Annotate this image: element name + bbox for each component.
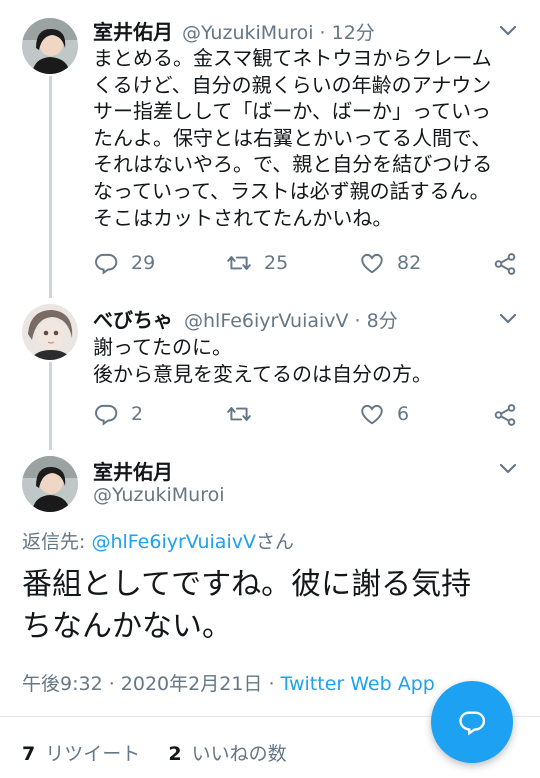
chevron-down-icon[interactable] [496,306,520,330]
likes-stat[interactable]: 2 いいねの数 [168,743,286,765]
retweet-total: 7 [22,743,36,765]
display-name[interactable]: べびちゃ [93,304,173,333]
retweet-icon [227,256,251,270]
avatar[interactable] [22,304,78,360]
avatar[interactable] [22,456,78,512]
retweet-icon [227,407,251,421]
main-tweet-text: 番組としてですね。彼に謝る気持 ちなんかない。 [22,567,472,644]
reply-suffix: さん [255,531,294,553]
timestamp-row: 午後9:32 · 2020年2月21日 · Twitter Web App [22,669,435,696]
source-link[interactable]: Twitter Web App [281,673,435,695]
reply-icon [95,253,118,275]
reply-context: 返信先: @hlFe6iyrVuiaivVさん [22,527,294,554]
like-count: 6 [397,403,410,425]
handle-time: @hlFe6iyrVuiaivV · 8分 [184,310,398,332]
like-label: いいねの数 [191,743,287,765]
display-name[interactable]: 室井佑月 [93,16,173,45]
thread-line [49,76,52,298]
engagement-row: 7 リツイート 2 いいねの数 [22,739,287,766]
chevron-down-icon[interactable] [496,18,520,42]
like-button[interactable]: 82 [359,250,421,276]
like-button[interactable]: 6 [359,401,409,427]
like-count: 82 [397,252,422,274]
like-total: 2 [168,743,182,765]
like-icon [361,253,383,274]
compose-reply-icon [459,711,486,736]
reply-to-link[interactable]: @hlFe6iyrVuiaivV [91,531,256,553]
tweet-text: まとめる。金スマ観てネトウヨからクレーム くるけど、自分の親くらいの年齢のアナウ… [93,46,493,230]
reply-button[interactable]: 29 [93,250,155,276]
share-icon[interactable] [492,251,518,277]
reply-count: 29 [131,252,156,274]
reply-fab-button[interactable] [431,681,513,763]
tweet-text: 謝ってたのに。 後から意見を変えてるのは自分の方。 [93,335,432,386]
reply-button[interactable]: 2 [93,401,143,427]
retweets-stat[interactable]: 7 リツイート [22,743,146,765]
share-icon[interactable] [492,402,518,428]
reply-count: 2 [131,403,144,425]
retweet-label: リツイート [45,743,141,765]
timestamp: 午後9:32 · 2020年2月21日 · [22,673,281,695]
handle-time: @YuzukiMuroi · 12分 [182,22,375,44]
avatar[interactable] [22,18,78,74]
thread-line [49,362,52,450]
chevron-down-icon[interactable] [496,456,520,480]
retweet-count: 25 [264,252,289,274]
retweet-button[interactable]: 25 [226,250,288,276]
retweet-button[interactable] [226,401,264,427]
like-icon [361,404,383,425]
display-name[interactable]: 室井佑月 [93,456,173,485]
reply-icon [95,404,118,426]
handle[interactable]: @YuzukiMuroi [93,484,225,506]
reply-prefix: 返信先: [22,531,92,553]
